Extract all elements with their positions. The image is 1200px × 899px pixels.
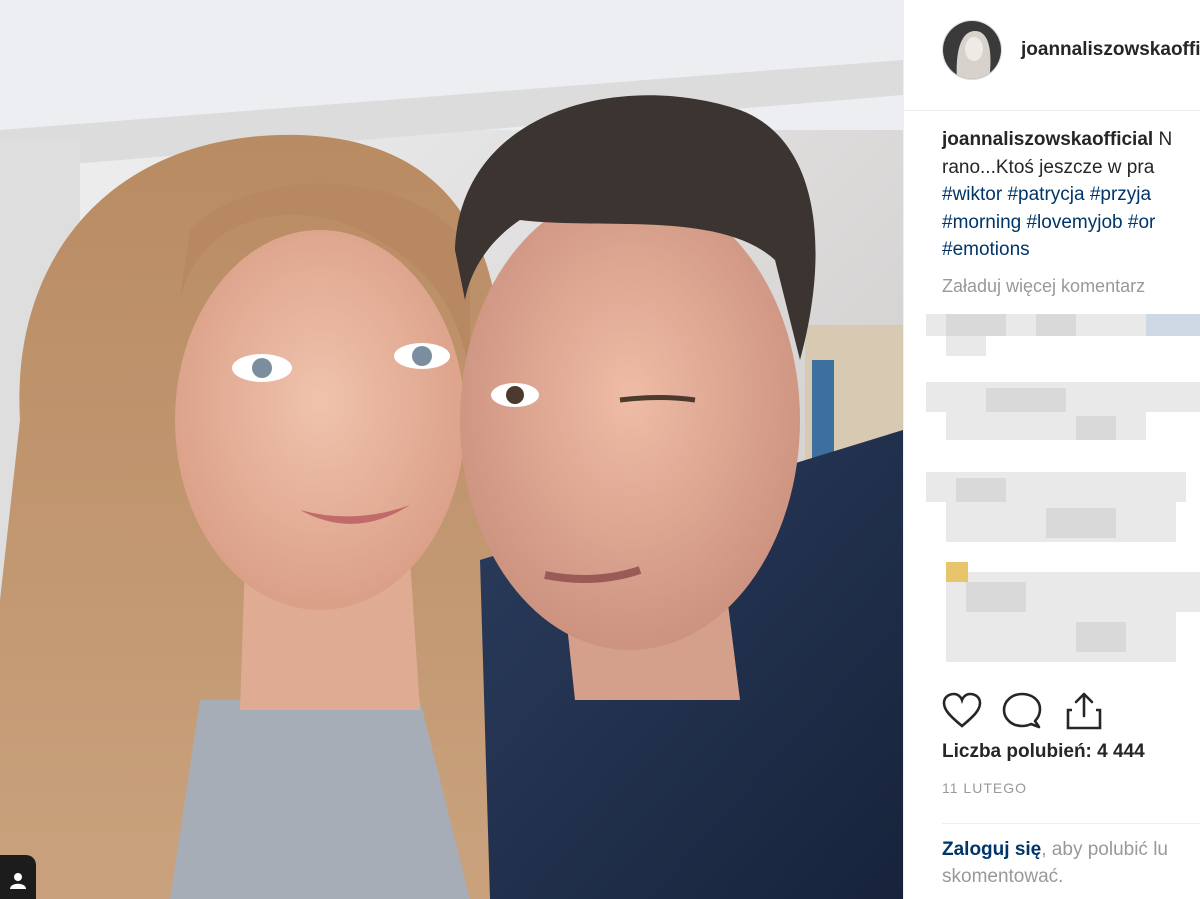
hashtags-line-3[interactable]: #emotions bbox=[942, 236, 1200, 264]
post-username[interactable]: joannaliszowskaofficial bbox=[1021, 39, 1200, 61]
blurred-comments bbox=[926, 312, 1200, 682]
person-icon bbox=[10, 873, 26, 889]
user-tag-icon[interactable] bbox=[0, 855, 36, 899]
login-link[interactable]: Zaloguj się bbox=[942, 839, 1041, 860]
load-more-comments-button[interactable]: Załaduj więcej komentarz bbox=[942, 276, 1145, 297]
hashtags-line-2[interactable]: #morning #lovemyjob #or bbox=[942, 209, 1200, 237]
login-rest: , aby polubić lu bbox=[1041, 839, 1168, 860]
caption-line-1: joannaliszowskaofficial N bbox=[942, 126, 1200, 154]
login-line-1: Zaloguj się, aby polubić lu bbox=[942, 836, 1200, 863]
post-caption: joannaliszowskaofficial N rano...Ktoś je… bbox=[942, 126, 1200, 264]
post-header: joannaliszowskaofficial bbox=[904, 0, 1200, 111]
post-photo[interactable] bbox=[0, 0, 903, 899]
divider bbox=[942, 823, 1200, 824]
avatar[interactable] bbox=[942, 20, 1002, 80]
post-sidebar: joannaliszowskaofficial joannaliszowskao… bbox=[903, 0, 1200, 899]
photo-image bbox=[0, 0, 903, 899]
likes-count[interactable]: Liczba polubień: 4 444 bbox=[942, 741, 1145, 763]
caption-username[interactable]: joannaliszowskaofficial bbox=[942, 129, 1153, 150]
caption-line-2: rano...Ktoś jeszcze w pra bbox=[942, 156, 1155, 178]
login-prompt: Zaloguj się, aby polubić lu skomentować. bbox=[942, 836, 1200, 890]
avatar-image bbox=[943, 21, 1001, 79]
hashtags-line-1[interactable]: #wiktor #patrycja #przyja bbox=[942, 181, 1200, 209]
login-line-2: skomentować. bbox=[942, 866, 1064, 887]
caption-text-start: N bbox=[1153, 129, 1173, 150]
comment-icon[interactable] bbox=[1002, 692, 1042, 735]
post-date[interactable]: 11 LUTEGO bbox=[942, 780, 1027, 796]
heart-icon[interactable] bbox=[942, 692, 982, 735]
share-icon[interactable] bbox=[1064, 692, 1104, 735]
